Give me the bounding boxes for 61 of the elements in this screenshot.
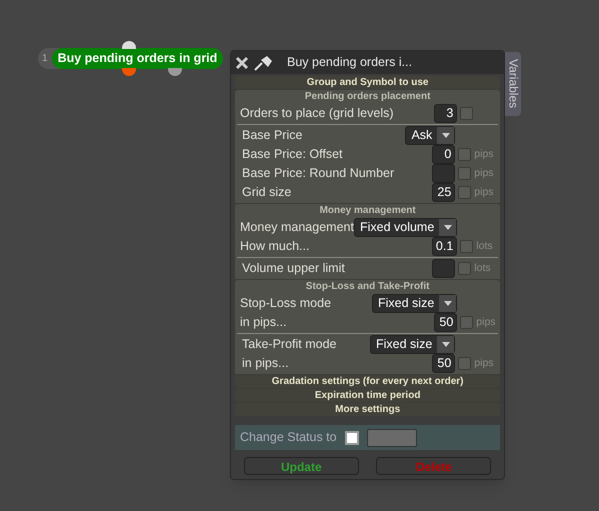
output-port-icon[interactable] xyxy=(168,68,182,76)
checkbox[interactable] xyxy=(460,316,474,329)
node-title: Buy pending orders in grid xyxy=(52,48,224,69)
field-label: Base Price xyxy=(241,127,304,144)
dropdown[interactable]: Fixed volume xyxy=(354,218,458,237)
input-port-icon[interactable] xyxy=(122,41,136,49)
number-field[interactable]: 0.1 xyxy=(432,237,458,256)
section-header[interactable]: Pending orders placement xyxy=(235,90,500,103)
dropdown[interactable]: Fixed size xyxy=(370,335,456,354)
section-header[interactable]: More settings xyxy=(235,403,500,416)
panel-title: Buy pending orders i... xyxy=(287,54,412,72)
section-header[interactable]: Stop-Loss and Take-Profit xyxy=(235,280,500,293)
number-field[interactable] xyxy=(432,259,456,278)
variables-tab[interactable]: Variables xyxy=(505,52,522,116)
number-field[interactable]: 50 xyxy=(432,354,456,373)
field-label: Orders to place (grid levels) xyxy=(239,105,395,122)
output-port-icon[interactable] xyxy=(122,68,136,76)
field-label: Base Price: Offset xyxy=(241,146,344,164)
checkbox[interactable] xyxy=(460,240,474,253)
unit-label: pips xyxy=(474,184,495,200)
section-header[interactable]: Money management xyxy=(235,204,500,217)
number-field[interactable] xyxy=(432,164,456,183)
unit-label: pips xyxy=(474,146,495,162)
unit-label: pips xyxy=(474,356,495,371)
section-header[interactable]: Gradation settings (for every next order) xyxy=(235,375,500,388)
number-field[interactable]: 0 xyxy=(432,145,456,164)
field-label: Take-Profit mode xyxy=(241,336,338,354)
section-header[interactable]: Group and Symbol to use xyxy=(235,76,500,89)
close-icon[interactable] xyxy=(235,56,249,70)
status-color-field[interactable] xyxy=(366,428,417,446)
field-label: in pips... xyxy=(239,314,288,332)
unit-label: lots xyxy=(474,260,492,276)
caret-icon xyxy=(437,127,454,144)
checkbox[interactable] xyxy=(458,148,472,161)
number-field[interactable]: 50 xyxy=(434,313,458,332)
caret-icon xyxy=(437,336,454,353)
checkbox[interactable] xyxy=(460,107,474,120)
unit-label: lots xyxy=(476,238,494,254)
pin-icon[interactable] xyxy=(253,54,273,70)
section-header[interactable]: Expiration time period xyxy=(235,389,500,402)
field-label: Volume upper limit xyxy=(241,260,346,278)
checkbox[interactable] xyxy=(458,167,472,180)
number-field[interactable]: 25 xyxy=(432,183,456,202)
node-number: 1 xyxy=(42,52,49,66)
number-field[interactable]: 3 xyxy=(434,104,458,123)
status-checkbox[interactable] xyxy=(344,430,359,444)
field-label: Money management xyxy=(239,219,354,236)
field-label: Grid size xyxy=(241,184,292,202)
unit-label: pips xyxy=(476,314,497,330)
checkbox[interactable] xyxy=(458,186,472,199)
dropdown[interactable]: Ask xyxy=(405,126,456,145)
node-body[interactable]: 1 Buy pending orders in grid xyxy=(38,48,224,69)
checkbox[interactable] xyxy=(458,357,472,370)
status-label: Change Status to xyxy=(240,429,337,446)
field-label: Base Price: Round Number xyxy=(241,165,396,182)
unit-label: pips xyxy=(474,166,495,181)
dropdown[interactable]: Fixed size xyxy=(372,294,458,313)
field-label: Stop-Loss mode xyxy=(239,295,332,312)
checkbox[interactable] xyxy=(458,262,472,275)
field-label: in pips... xyxy=(241,355,290,372)
field-label: How much... xyxy=(239,238,310,256)
